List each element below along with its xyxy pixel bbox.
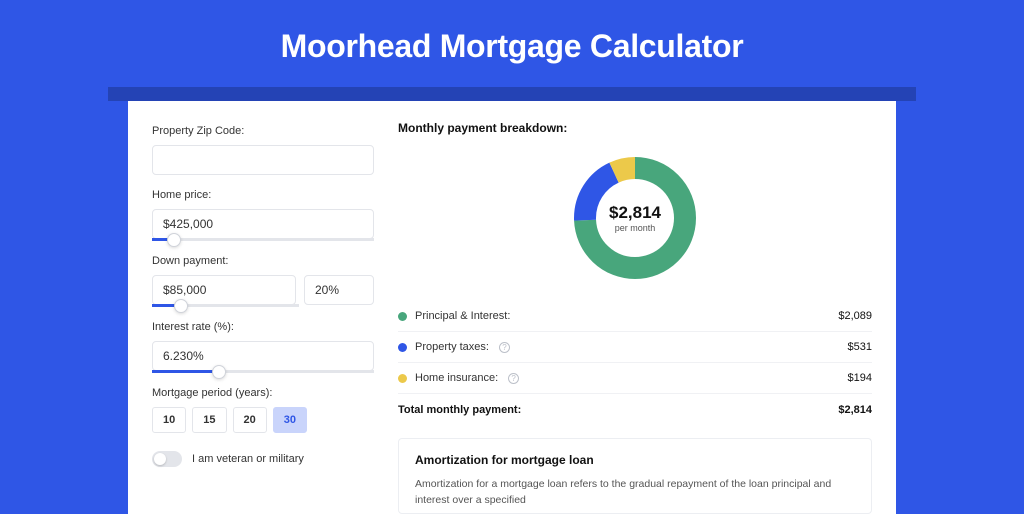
legend: Principal & Interest: $2,089 Property ta… — [398, 301, 872, 426]
down-payment-slider-thumb[interactable] — [174, 299, 188, 313]
interest-rate-slider-thumb[interactable] — [212, 365, 226, 379]
legend-total-row: Total monthly payment: $2,814 — [398, 394, 872, 426]
page-title: Moorhead Mortgage Calculator — [0, 0, 1024, 87]
period-options: 10 15 20 30 — [152, 407, 374, 433]
donut-sub: per month — [615, 223, 656, 233]
legend-dot-green — [398, 312, 407, 321]
down-payment-label: Down payment: — [152, 255, 374, 267]
veteran-label: I am veteran or military — [192, 453, 304, 465]
donut-chart-wrap: $2,814 per month — [398, 145, 872, 301]
legend-label-principal: Principal & Interest: — [415, 310, 510, 322]
period-option-10[interactable]: 10 — [152, 407, 186, 433]
period-option-30[interactable]: 30 — [273, 407, 307, 433]
legend-total-label: Total monthly payment: — [398, 404, 521, 416]
home-price-slider-thumb[interactable] — [167, 233, 181, 247]
legend-row-insurance: Home insurance: ? $194 — [398, 363, 872, 394]
veteran-toggle-knob — [154, 453, 166, 465]
donut-amount: $2,814 — [609, 203, 661, 223]
donut-center: $2,814 per month — [570, 153, 700, 283]
interest-rate-label: Interest rate (%): — [152, 321, 374, 333]
legend-row-principal: Principal & Interest: $2,089 — [398, 301, 872, 332]
header-shadow — [108, 87, 916, 101]
interest-rate-slider[interactable] — [152, 370, 374, 373]
legend-value-taxes: $531 — [848, 341, 872, 353]
veteran-toggle[interactable] — [152, 451, 182, 467]
interest-rate-input[interactable] — [152, 341, 374, 371]
legend-value-insurance: $194 — [848, 372, 872, 384]
legend-value-principal: $2,089 — [838, 310, 872, 322]
legend-dot-yellow — [398, 374, 407, 383]
results-panel: Monthly payment breakdown: $2,814 per mo… — [398, 101, 896, 514]
interest-rate-slider-fill — [152, 370, 219, 373]
zip-field-group: Property Zip Code: — [152, 125, 374, 175]
down-payment-slider[interactable] — [152, 304, 299, 307]
legend-total-value: $2,814 — [838, 404, 872, 416]
breakdown-title: Monthly payment breakdown: — [398, 121, 872, 135]
home-price-slider[interactable] — [152, 238, 374, 241]
donut-chart: $2,814 per month — [570, 153, 700, 283]
zip-label: Property Zip Code: — [152, 125, 374, 137]
home-price-input[interactable] — [152, 209, 374, 239]
period-option-20[interactable]: 20 — [233, 407, 267, 433]
down-payment-field-group: Down payment: — [152, 255, 374, 307]
amortization-title: Amortization for mortgage loan — [415, 453, 855, 467]
period-label: Mortgage period (years): — [152, 387, 374, 399]
legend-row-taxes: Property taxes: ? $531 — [398, 332, 872, 363]
amortization-box: Amortization for mortgage loan Amortizat… — [398, 438, 872, 514]
legend-label-taxes: Property taxes: — [415, 341, 489, 353]
info-icon[interactable]: ? — [499, 342, 510, 353]
calculator-card: Property Zip Code: Home price: Down paym… — [128, 101, 896, 514]
home-price-label: Home price: — [152, 189, 374, 201]
legend-dot-blue — [398, 343, 407, 352]
interest-rate-field-group: Interest rate (%): — [152, 321, 374, 373]
zip-input[interactable] — [152, 145, 374, 175]
legend-label-insurance: Home insurance: — [415, 372, 498, 384]
info-icon[interactable]: ? — [508, 373, 519, 384]
home-price-field-group: Home price: — [152, 189, 374, 241]
period-option-15[interactable]: 15 — [192, 407, 226, 433]
inputs-panel: Property Zip Code: Home price: Down paym… — [128, 101, 398, 514]
down-payment-pct-input[interactable] — [304, 275, 374, 305]
down-payment-amount-input[interactable] — [152, 275, 296, 305]
veteran-toggle-row: I am veteran or military — [152, 451, 374, 467]
amortization-text: Amortization for a mortgage loan refers … — [415, 477, 855, 509]
period-field-group: Mortgage period (years): 10 15 20 30 — [152, 387, 374, 433]
